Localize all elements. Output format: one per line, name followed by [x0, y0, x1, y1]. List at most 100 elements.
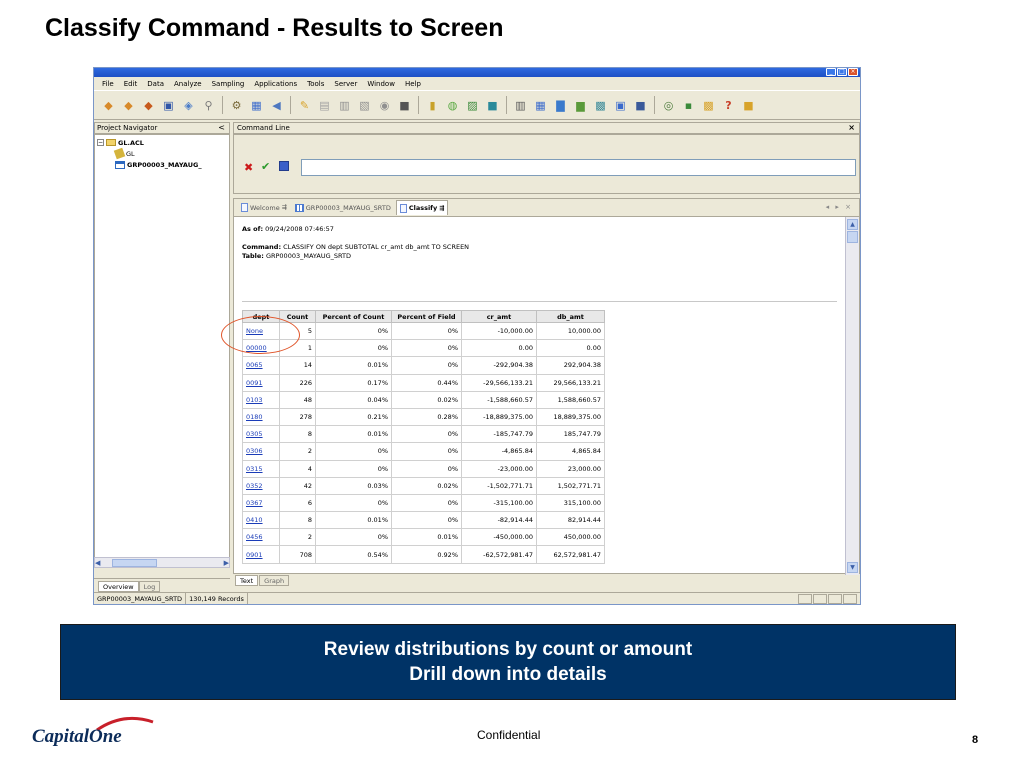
log-icon[interactable]: ■: [396, 97, 413, 114]
tab-classify[interactable]: Classify ⇶: [395, 200, 449, 215]
flag-icon[interactable]: ▮: [424, 97, 441, 114]
find-icon[interactable]: ⚲: [200, 97, 217, 114]
table-cell: 278: [279, 407, 316, 427]
collapse-navigator-button[interactable]: <: [218, 123, 225, 133]
menu-item-applications[interactable]: Applications: [254, 80, 297, 88]
scroll-down-icon[interactable]: ▼: [847, 562, 858, 573]
maximize-icon[interactable]: □: [837, 68, 847, 76]
menu-item-tools[interactable]: Tools: [307, 80, 324, 88]
dept-drilldown-link[interactable]: 0065: [242, 356, 280, 375]
confidential-label: Confidential: [477, 728, 541, 742]
report-icon[interactable]: ▧: [356, 97, 373, 114]
table-row: 0065 14 0.01% 0% -292,904.38 292,904.38: [242, 356, 605, 375]
command-builder-icon[interactable]: [279, 161, 289, 171]
save-icon[interactable]: ▣: [160, 97, 177, 114]
tree-item-gl[interactable]: GL: [97, 147, 227, 160]
dept-drilldown-link[interactable]: 0103: [242, 390, 280, 409]
scroll-left-icon[interactable]: ◀: [95, 559, 100, 567]
command-input[interactable]: [301, 159, 856, 176]
dept-drilldown-link[interactable]: 0410: [242, 511, 280, 530]
new-project-icon[interactable]: ◆: [120, 97, 137, 114]
pin-icon[interactable]: ⇶: [282, 204, 287, 211]
navigator-horizontal-scrollbar[interactable]: ◀ ▶: [94, 557, 230, 568]
results-vertical-scrollbar[interactable]: ▲ ▼: [845, 217, 859, 575]
classify-icon[interactable]: ▥: [512, 97, 529, 114]
open-table-icon[interactable]: ◆: [140, 97, 157, 114]
table-cell: -10,000.00: [461, 321, 537, 341]
histogram-icon[interactable]: ▆: [572, 97, 589, 114]
stats-icon[interactable]: ◍: [444, 97, 461, 114]
menu-item-data[interactable]: Data: [147, 80, 164, 88]
edit-icon[interactable]: ✎: [296, 97, 313, 114]
view-icon[interactable]: ▥: [336, 97, 353, 114]
script-icon[interactable]: ◎: [660, 97, 677, 114]
table-cell: 0%: [315, 321, 392, 341]
workspace-icon[interactable]: ▪: [680, 97, 697, 114]
menu-item-server[interactable]: Server: [334, 80, 357, 88]
pin-icon[interactable]: ⇶: [439, 205, 444, 212]
scroll-right-icon[interactable]: ▶: [224, 559, 229, 567]
dept-drilldown-link[interactable]: 0091: [242, 373, 280, 392]
help-icon[interactable]: ■: [740, 97, 757, 114]
table-header-row: dept Count Percent of Count Percent of F…: [242, 310, 605, 323]
tab-overview[interactable]: Overview: [98, 581, 139, 592]
tree-item-table[interactable]: GRP00003_MAYAUG_: [97, 159, 227, 170]
dept-drilldown-link[interactable]: 0901: [242, 545, 280, 564]
close-icon[interactable]: ×: [848, 68, 858, 76]
profile-icon[interactable]: ▨: [464, 97, 481, 114]
tab-graph[interactable]: Graph: [259, 575, 290, 586]
filter-icon[interactable]: ⚙: [228, 97, 245, 114]
gaps-icon[interactable]: ■: [632, 97, 649, 114]
scroll-up-icon[interactable]: ▲: [847, 219, 858, 230]
menu-item-analyze[interactable]: Analyze: [174, 80, 202, 88]
tab-scroll-controls[interactable]: ◂ ▸ ×: [826, 203, 853, 211]
close-command-line-button[interactable]: ×: [848, 123, 855, 133]
age-icon[interactable]: ▩: [592, 97, 609, 114]
duplicates-icon[interactable]: ▣: [612, 97, 629, 114]
scroll-thumb[interactable]: [847, 231, 858, 243]
history-icon[interactable]: ◉: [376, 97, 393, 114]
table-cell: 0%: [391, 459, 462, 478]
menu-item-file[interactable]: File: [102, 80, 114, 88]
minimize-icon[interactable]: _: [826, 68, 836, 76]
command-line-area: ✖ ✔: [233, 134, 860, 194]
dept-drilldown-link[interactable]: 0352: [242, 476, 280, 495]
notes-icon[interactable]: ▤: [316, 97, 333, 114]
table-line: Table: GRP00003_MAYAUG_SRTD: [242, 252, 846, 261]
table-layout-icon[interactable]: ▦: [248, 97, 265, 114]
color-icon[interactable]: ?: [720, 97, 737, 114]
tab-welcome[interactable]: Welcome ⇶: [238, 201, 290, 214]
tab-text[interactable]: Text: [235, 575, 259, 586]
sort-icon[interactable]: ▩: [700, 97, 717, 114]
dept-drilldown-link[interactable]: 0305: [242, 425, 280, 444]
menu-item-sampling[interactable]: Sampling: [212, 80, 245, 88]
clear-command-icon[interactable]: ✖: [244, 161, 253, 174]
print-icon[interactable]: ◈: [180, 97, 197, 114]
back-icon[interactable]: ◀: [268, 97, 285, 114]
menu-item-edit[interactable]: Edit: [124, 80, 138, 88]
crosstab-icon[interactable]: ▇: [552, 97, 569, 114]
column-header-cr-amt[interactable]: cr_amt: [461, 310, 537, 323]
result-view-tabs: Text Graph: [233, 575, 860, 589]
column-header-percent-of-field[interactable]: Percent of Field: [391, 310, 462, 323]
dept-drilldown-link[interactable]: 0315: [242, 459, 280, 478]
tree-item-project[interactable]: − GL.ACL: [97, 137, 227, 148]
tab-log[interactable]: Log: [138, 581, 161, 592]
tab-table-view[interactable]: GRP00003_MAYAUG_SRTD: [292, 201, 394, 214]
collapse-node-icon[interactable]: −: [97, 139, 104, 146]
run-command-icon[interactable]: ✔: [261, 160, 270, 173]
tab-label: GRP00003_MAYAUG_SRTD: [305, 203, 391, 212]
summarize-icon[interactable]: ▦: [532, 97, 549, 114]
dept-drilldown-link[interactable]: 0367: [242, 493, 280, 513]
table-cell: 292,904.38: [536, 356, 605, 375]
menu-item-window[interactable]: Window: [367, 80, 395, 88]
column-header-db-amt[interactable]: db_amt: [536, 310, 605, 323]
scroll-thumb[interactable]: [112, 558, 158, 567]
column-header-percent-of-count[interactable]: Percent of Count: [315, 310, 392, 323]
dept-drilldown-link[interactable]: 0180: [242, 407, 280, 427]
open-project-icon[interactable]: ◆: [100, 97, 117, 114]
sample-icon[interactable]: ■: [484, 97, 501, 114]
dept-drilldown-link[interactable]: 0306: [242, 442, 280, 461]
menu-item-help[interactable]: Help: [405, 80, 421, 88]
dept-drilldown-link[interactable]: 0456: [242, 528, 280, 547]
